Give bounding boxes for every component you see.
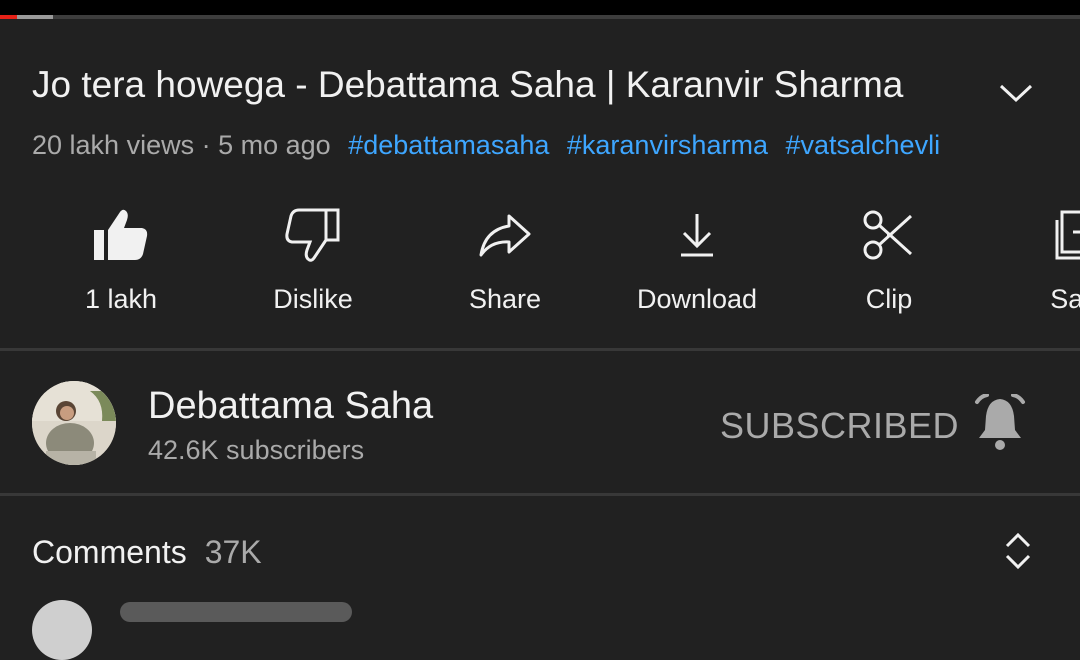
comments-header[interactable]: Comments 37K [32,532,262,572]
progress-buffered [17,15,53,19]
chevron-down-icon [999,84,1033,103]
share-label: Share [468,284,542,314]
subscriber-count: 42.6K subscribers [148,435,365,465]
upload-age: 5 mo ago [218,130,331,160]
download-label: Download [636,284,758,314]
avatar-photo [32,381,116,465]
video-progress-bar[interactable] [0,15,1080,19]
dislike-label: Dislike [273,284,353,314]
save-label: Save [1050,284,1080,314]
video-player-bottom [0,0,1080,16]
download-icon [681,214,713,257]
hashtag-link[interactable]: #vatsalchevli [785,130,940,160]
download-button[interactable]: Download [602,200,792,316]
notification-bell-icon [975,394,1025,450]
like-count: 1 lakh [84,284,158,314]
notification-bell-button[interactable] [970,393,1030,453]
video-title[interactable]: Jo tera howega - Debattama Saha | Karanv… [32,62,932,108]
unfold-chevron-icon [1005,532,1031,570]
divider [0,348,1080,351]
share-button[interactable]: Share [410,200,600,316]
comments-label: Comments [32,534,187,570]
save-to-playlist-icon [1055,210,1080,260]
hashtag-link[interactable]: #debattamasaha [348,130,549,160]
dislike-button[interactable]: Dislike [218,200,408,316]
clip-label: Clip [865,284,913,314]
save-button[interactable]: Save [986,200,1080,316]
scissors-icon [863,210,913,260]
channel-name[interactable]: Debattama Saha [148,384,433,428]
share-icon [479,214,531,257]
hashtag-link[interactable]: #karanvirsharma [567,130,768,160]
clip-button[interactable]: Clip [794,200,984,316]
thumbs-up-filled-icon [94,209,148,260]
channel-avatar[interactable] [32,381,116,465]
thumbs-down-icon [285,208,340,262]
progress-played [0,15,17,19]
meta-separator: · [201,130,211,160]
video-meta: 20 lakh views · 5 mo ago #debattamasaha … [32,127,940,163]
comments-count: 37K [204,534,262,570]
comment-avatar [32,600,92,660]
view-count: 20 lakh views [32,130,195,160]
expand-comments-button[interactable] [998,528,1038,574]
expand-description-button[interactable] [994,75,1038,111]
comment-preview [120,602,352,622]
subscribed-button[interactable]: SUBSCRIBED [720,405,959,447]
like-button[interactable]: 1 lakh [26,200,216,316]
divider [0,493,1080,496]
action-bar: 1 lakh Dislike Share Download Clip Sa [0,200,1080,330]
